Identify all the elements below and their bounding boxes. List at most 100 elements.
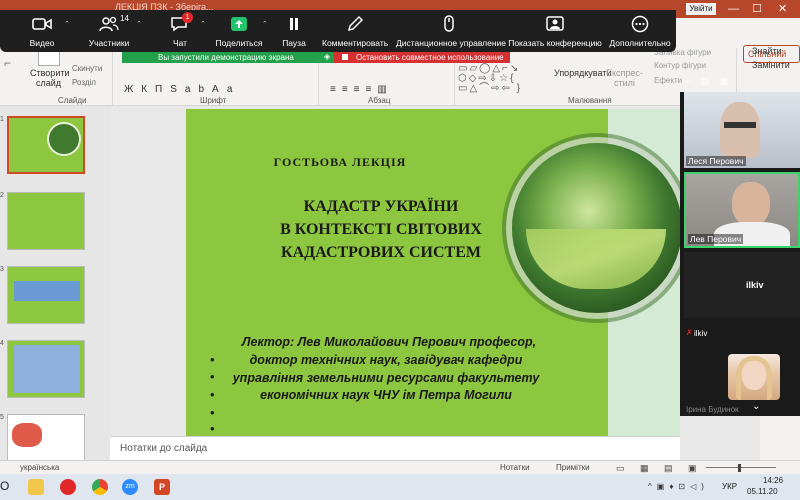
video-button[interactable]: Видео bbox=[20, 10, 64, 52]
zoom-toolbar: Видео ⌃ Участники 14 ⌃ Чат 1 ⌃ Поделитьс… bbox=[0, 10, 676, 52]
slide-body-line[interactable]: доктор технічних наук, завідувач кафедри bbox=[186, 353, 586, 367]
chat-label: Чат bbox=[172, 38, 188, 48]
minimize-icon[interactable]: — bbox=[728, 2, 739, 16]
file-explorer-icon[interactable] bbox=[28, 479, 44, 495]
comments-toggle[interactable]: Примітки bbox=[556, 463, 590, 472]
normal-view-icon[interactable]: ▭ bbox=[616, 463, 625, 474]
slide-thumbnail-panel: 1 2 3 4 5 bbox=[0, 106, 110, 472]
bullet: • bbox=[210, 387, 215, 402]
language-status[interactable]: українська bbox=[20, 463, 59, 472]
chevron-up-icon[interactable]: ⌃ bbox=[136, 20, 142, 28]
slide-title-line[interactable]: КАДАСТР УКРАЇНИ bbox=[186, 198, 576, 216]
notes-toggle[interactable]: Нотатки bbox=[500, 463, 530, 472]
video-tile-active-speaker[interactable]: Лев Перович bbox=[684, 172, 800, 248]
chevron-down-icon[interactable]: ⌄ bbox=[752, 401, 760, 412]
screen-share-notice-text: Вы запустили демонстрацию экрана bbox=[158, 53, 294, 62]
stop-share-button[interactable]: Остановить совместное использование bbox=[334, 52, 510, 63]
screen-share-notice: Вы запустили демонстрацию экрана ◈ bbox=[122, 52, 334, 63]
slide-number: 5 bbox=[0, 414, 4, 421]
participant-tile[interactable]: ilkiv bbox=[684, 252, 800, 318]
find-label[interactable]: Знайти bbox=[752, 46, 782, 56]
slide-area-filler bbox=[680, 416, 760, 460]
chat-button[interactable]: Чат bbox=[160, 10, 200, 52]
slide-sorter-icon[interactable]: ▦ bbox=[640, 463, 649, 474]
slide-thumbnail[interactable] bbox=[7, 340, 85, 398]
chevron-up-icon[interactable]: ⌃ bbox=[262, 20, 268, 28]
notes-placeholder: Нотатки до слайда bbox=[120, 443, 208, 454]
font-format-buttons[interactable]: ЖКПSabАа bbox=[124, 84, 304, 95]
powerpoint-app-icon[interactable]: P bbox=[154, 479, 170, 495]
remote-control-button[interactable]: Дистанционное управление bbox=[396, 10, 506, 52]
participant-name: ilkiv bbox=[746, 280, 764, 290]
shape-effects-button[interactable]: Ефекти bbox=[654, 76, 682, 85]
replace-label[interactable]: Замінити bbox=[752, 60, 790, 70]
panel-controls[interactable]: ─ ▤ ▦ bbox=[684, 76, 800, 90]
group-slides-label: Слайди bbox=[58, 96, 87, 105]
close-icon[interactable]: ✕ bbox=[778, 2, 787, 16]
reading-view-icon[interactable]: ▤ bbox=[664, 463, 673, 474]
participant-name: Леся Перович bbox=[686, 156, 746, 166]
clock-date[interactable]: 05.11.20 bbox=[747, 487, 778, 496]
slide-thumbnail[interactable] bbox=[7, 192, 85, 250]
participant-name: ilkiv bbox=[694, 329, 708, 338]
stop-share-label: Остановить совместное использование bbox=[356, 53, 504, 62]
zoom-slider-thumb[interactable] bbox=[738, 464, 741, 472]
new-slide-label-2[interactable]: слайд bbox=[36, 78, 61, 88]
slide-title-line[interactable]: КАДАСТРОВИХ СИСТЕМ bbox=[186, 244, 576, 262]
search-icon[interactable]: O bbox=[0, 479, 9, 493]
show-meeting-icon bbox=[546, 16, 564, 31]
zoom-app-icon[interactable]: zm bbox=[122, 479, 138, 495]
slide-title-line[interactable]: В КОНТЕКСТІ СВІТОВИХ bbox=[186, 221, 576, 239]
windows-taskbar: O zm P ^▣♦⊡◁) УКР 14:26 05.11.20 bbox=[0, 474, 800, 500]
slide-body-line[interactable]: Лектор: Лев Миколайович Перович професор… bbox=[189, 335, 589, 349]
annotate-button[interactable]: Комментировать bbox=[322, 10, 388, 52]
slide-number: 2 bbox=[0, 192, 4, 199]
participant-face bbox=[732, 182, 770, 226]
participant-name: Лев Перович bbox=[688, 234, 744, 244]
maximize-icon[interactable]: ☐ bbox=[752, 2, 762, 16]
slide-number: 1 bbox=[0, 116, 4, 123]
quick-styles-button-2[interactable]: стилі bbox=[614, 78, 635, 88]
share-screen-button[interactable]: Поделиться bbox=[214, 10, 264, 52]
zoom-slider[interactable] bbox=[706, 467, 776, 468]
keyboard-language[interactable]: УКР bbox=[722, 482, 737, 491]
section-button[interactable]: Розділ bbox=[72, 78, 96, 87]
slide-body-line[interactable]: економічних наук ЧНУ ім Петра Могили bbox=[186, 388, 586, 402]
show-meeting-button[interactable]: Показать конференцию bbox=[508, 10, 602, 52]
reset-button[interactable]: Скинути bbox=[72, 64, 102, 73]
quick-styles-button[interactable]: Експрес- bbox=[606, 68, 643, 78]
slide-body-line[interactable]: управління земельними ресурсами факульте… bbox=[186, 371, 586, 385]
group-paragraph-label: Абзац bbox=[368, 96, 391, 105]
slide-thumbnail[interactable] bbox=[7, 116, 85, 174]
clock-time[interactable]: 14:26 bbox=[763, 476, 783, 485]
signin-button[interactable]: Увійти bbox=[686, 3, 716, 15]
arrange-button[interactable]: Упорядкувати bbox=[554, 68, 611, 78]
group-drawing-label: Малювання bbox=[568, 96, 612, 105]
zoom-video-panel: ─ ▤ ▦ Леся Перович Лев Перович ilkiv ✗ i… bbox=[680, 76, 800, 416]
slideshow-icon[interactable]: ▣ bbox=[688, 463, 697, 474]
video-tile[interactable]: Леся Перович bbox=[684, 92, 800, 168]
chevron-up-icon[interactable]: ⌃ bbox=[200, 20, 206, 28]
shapes-gallery[interactable]: ▭▱◯△⌐↘ ⬡◇⇨⇩☆{▭△⌒⇨⇦ } bbox=[458, 64, 538, 94]
chevron-up-icon[interactable]: ⌃ bbox=[64, 20, 70, 28]
notes-pane[interactable]: Нотатки до слайда bbox=[110, 436, 680, 460]
pause-button[interactable]: Пауза bbox=[274, 10, 314, 52]
pause-icon bbox=[290, 18, 298, 30]
slide-number: 3 bbox=[0, 266, 4, 273]
current-slide[interactable]: ГОСТЬОВА ЛЕКЦІЯ КАДАСТР УКРАЇНИ В КОНТЕК… bbox=[186, 109, 680, 436]
shield-icon: ◈ bbox=[324, 52, 331, 61]
new-slide-label[interactable]: Створити bbox=[30, 68, 70, 78]
more-button[interactable]: Дополнительно bbox=[606, 10, 674, 52]
participant-count: 14 bbox=[120, 14, 129, 23]
tray-icons[interactable]: ^▣♦⊡◁) bbox=[648, 482, 709, 491]
shape-outline-button[interactable]: Контур фігури bbox=[654, 61, 706, 70]
opera-icon[interactable] bbox=[60, 479, 76, 495]
status-bar: українська Нотатки Примітки ▭ ▦ ▤ ▣ bbox=[0, 460, 800, 474]
more-label: Дополнительно bbox=[609, 38, 671, 48]
chrome-icon[interactable] bbox=[92, 479, 108, 495]
scrollbar[interactable] bbox=[760, 416, 800, 460]
slide-thumbnail[interactable] bbox=[7, 266, 85, 324]
slide-heading[interactable]: ГОСТЬОВА ЛЕКЦІЯ bbox=[186, 155, 494, 170]
share-screen-icon bbox=[231, 17, 247, 31]
annotate-label: Комментировать bbox=[322, 38, 389, 48]
